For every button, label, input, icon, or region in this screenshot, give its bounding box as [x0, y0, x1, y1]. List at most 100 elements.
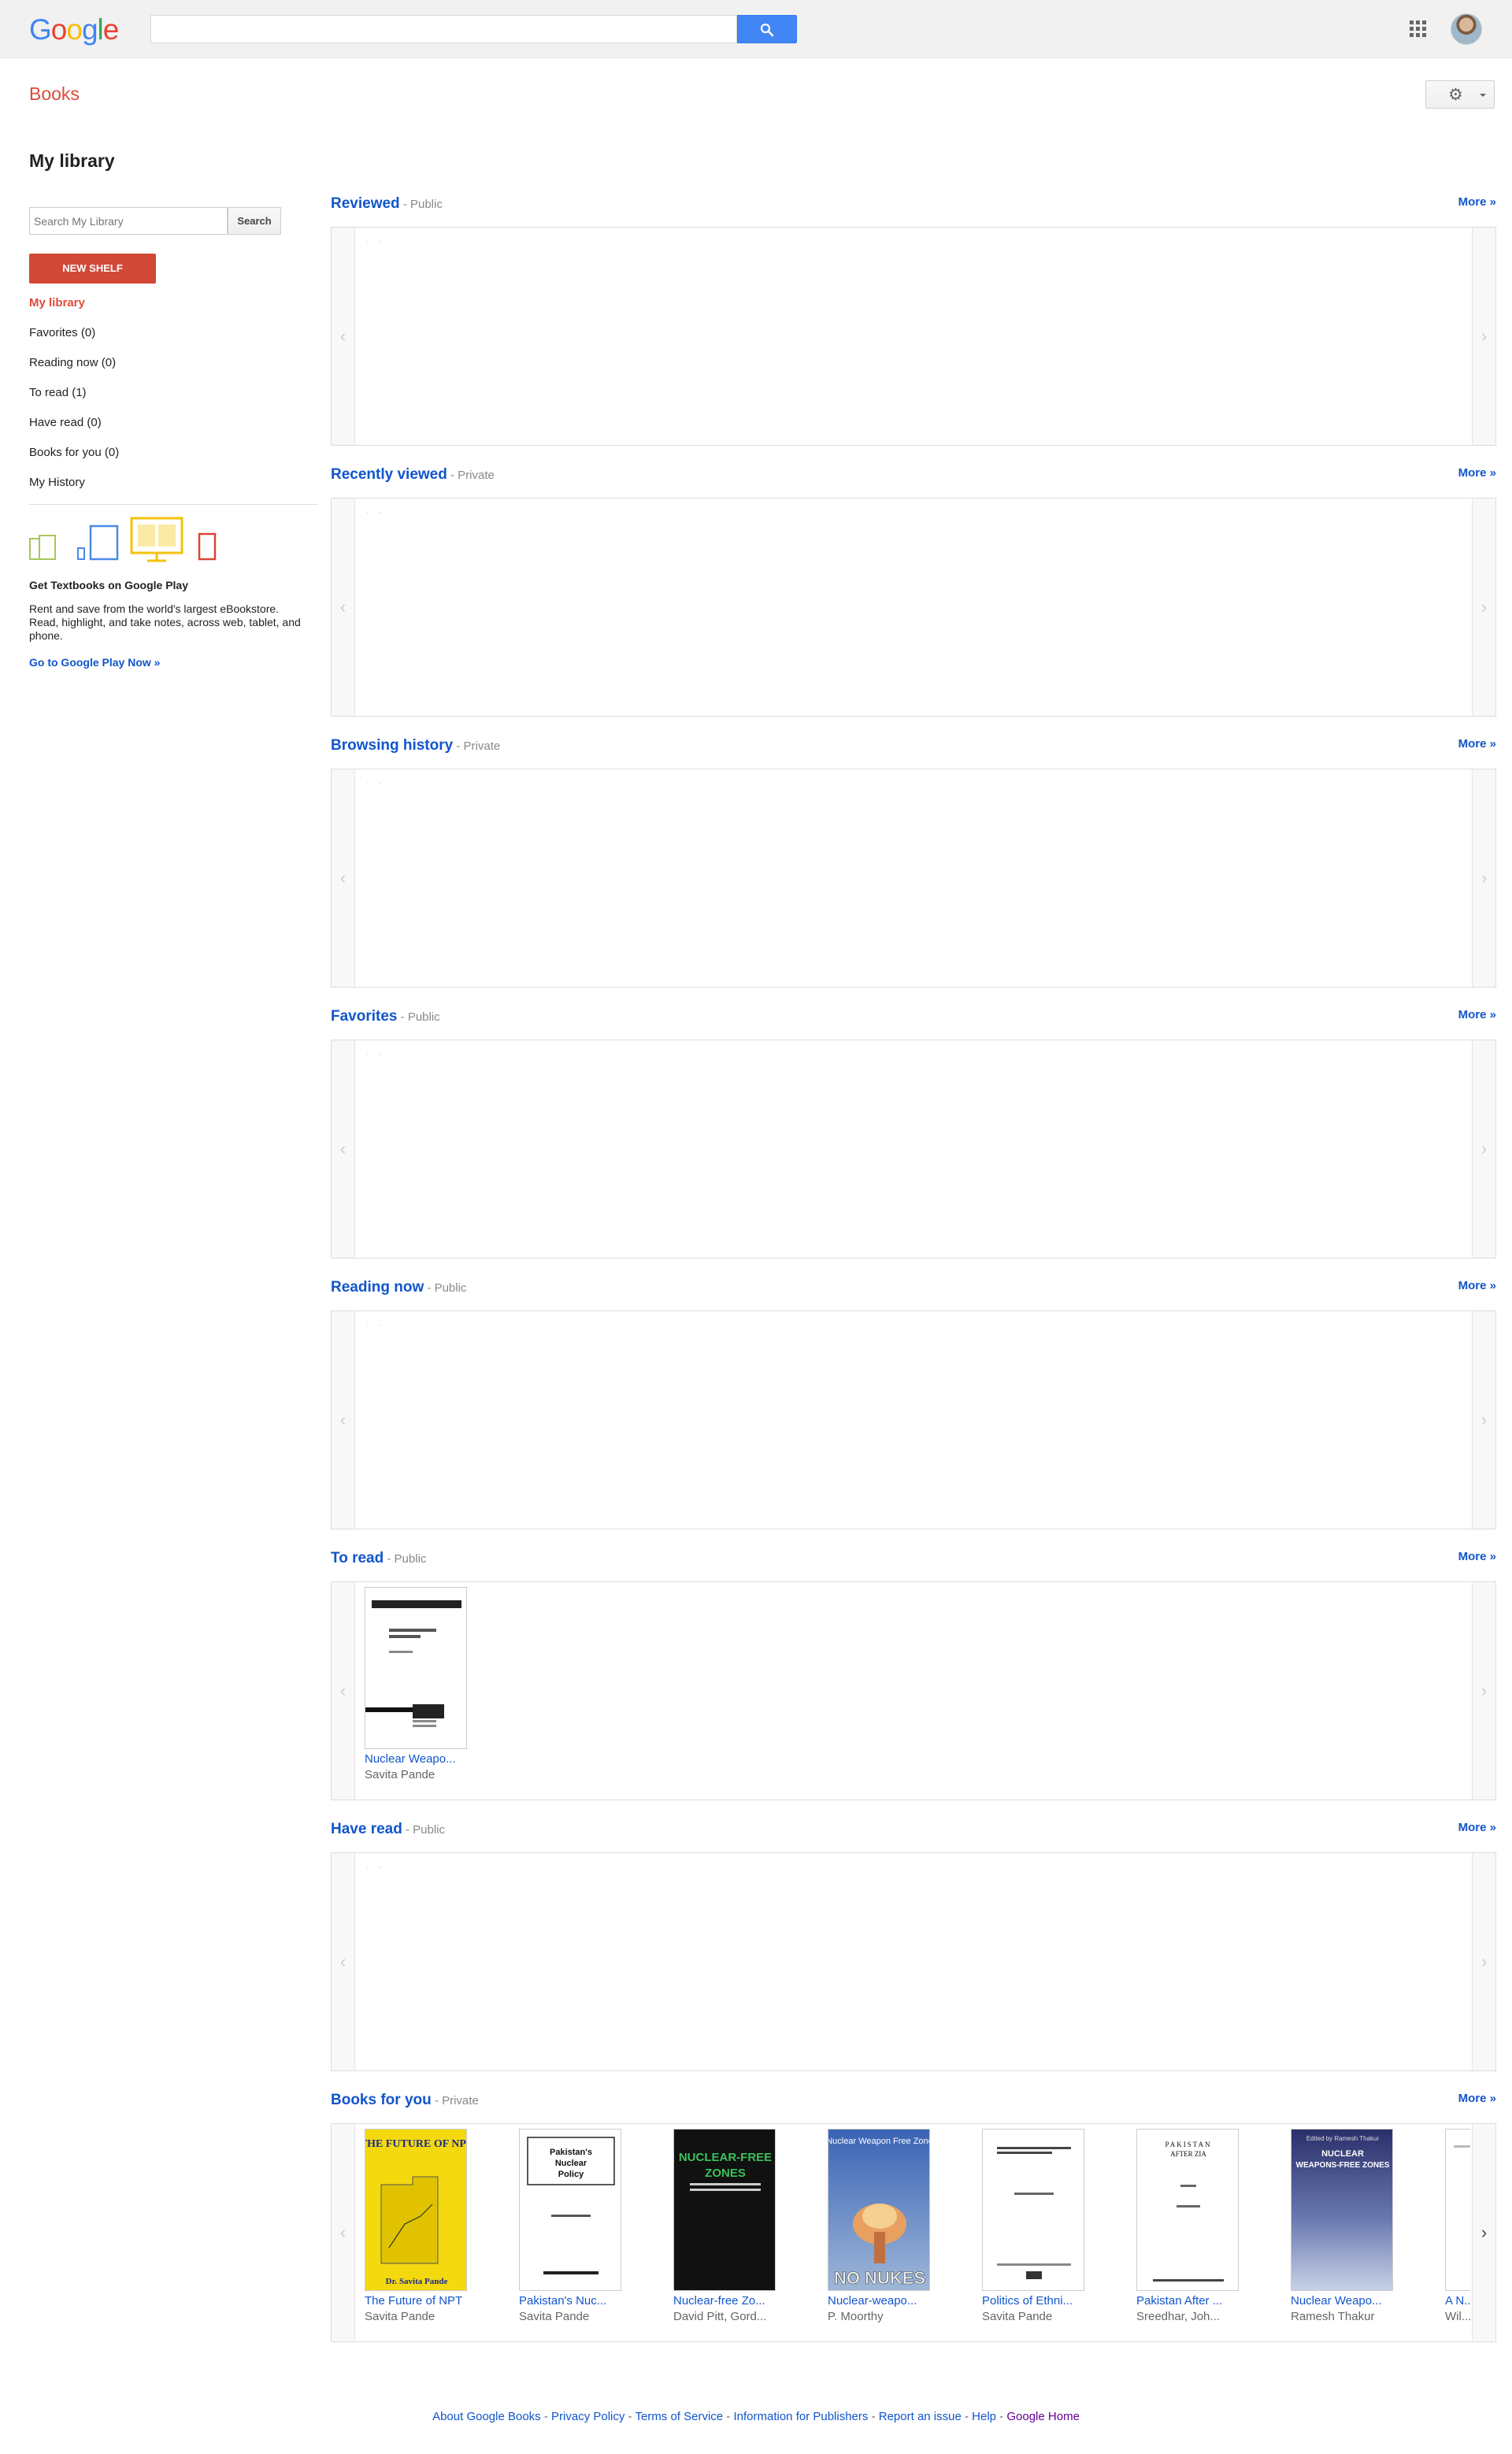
book-item[interactable]: A N... Wil... — [1442, 2129, 1470, 2335]
book-cover[interactable]: PAKISTAN AFTER ZIA — [1136, 2129, 1239, 2291]
scroll-right-icon[interactable]: › — [1472, 1582, 1495, 1800]
footer-link[interactable]: Help — [972, 2410, 996, 2423]
shelf-title[interactable]: Reviewed — [331, 195, 400, 212]
scroll-left-icon[interactable]: ‹ — [332, 1311, 355, 1529]
book-title[interactable]: Nuclear-free Zo... — [673, 2294, 780, 2308]
scroll-left-icon[interactable]: ‹ — [332, 2124, 355, 2341]
library-search-input[interactable] — [29, 207, 228, 235]
svg-text:Edited by Ramesh Thakur: Edited by Ramesh Thakur — [1306, 2135, 1380, 2142]
book-title[interactable]: Nuclear Weapo... — [1291, 2294, 1398, 2308]
settings-button[interactable]: ⚙ — [1425, 80, 1495, 109]
book-cover[interactable]: Pakistan's Nuclear Policy — [519, 2129, 621, 2291]
loading-indicator: · · — [366, 506, 385, 517]
logo-letter: g — [81, 13, 98, 46]
footer-link[interactable]: Report an issue — [879, 2410, 962, 2423]
scroll-left-icon[interactable]: ‹ — [332, 1582, 355, 1800]
scroll-right-icon[interactable]: › — [1472, 769, 1495, 987]
more-link[interactable]: More » — [1458, 1008, 1496, 1021]
footer-link[interactable]: Privacy Policy — [551, 2410, 624, 2423]
apps-grid-icon[interactable] — [1410, 20, 1427, 38]
scroll-left-icon[interactable]: ‹ — [332, 1853, 355, 2070]
google-logo[interactable]: Google — [29, 13, 119, 46]
book-item[interactable]: Nuclear Weapon Free Zone NO NUKES Nuclear-… — [825, 2129, 935, 2335]
shelf-title[interactable]: Have read — [331, 1821, 402, 1837]
library-search-button[interactable]: Search — [228, 207, 281, 235]
book-title[interactable]: The Future of NPT — [365, 2294, 472, 2308]
avatar[interactable] — [1451, 13, 1482, 45]
scroll-right-icon[interactable]: › — [1472, 2124, 1495, 2341]
book-item[interactable]: Edited by Ramesh Thakur NUCLEAR WEAPONS-FR… — [1288, 2129, 1398, 2335]
book-title[interactable]: A N... — [1445, 2294, 1470, 2308]
book-item[interactable]: NUCLEAR-FREE ZONES Nuclear-free Zo... David… — [670, 2129, 780, 2335]
shelf-title[interactable]: Reading now — [331, 1279, 424, 1296]
shelf-carousel: ‹ › · · — [331, 498, 1496, 717]
book-title[interactable]: Nuclear-weapo... — [828, 2294, 935, 2308]
sidebar-item[interactable]: Have read (0) — [29, 414, 313, 444]
go-to-google-play-link[interactable]: Go to Google Play Now » — [29, 656, 160, 669]
book-cover[interactable]: NUCLEAR-FREE ZONES — [673, 2129, 776, 2291]
scroll-left-icon[interactable]: ‹ — [332, 499, 355, 716]
book-cover[interactable]: Nuclear Weapon Free Zone NO NUKES — [828, 2129, 930, 2291]
footer-separator: - — [961, 2410, 973, 2423]
book-item[interactable]: Nuclear Weapo... Savita Pande — [361, 1587, 472, 1793]
svg-text:NUCLEAR-FREE: NUCLEAR-FREE — [679, 2151, 772, 2164]
book-title[interactable]: Nuclear Weapo... — [365, 1752, 472, 1766]
shelf-title[interactable]: Recently viewed — [331, 466, 447, 483]
book-cover[interactable] — [365, 1587, 467, 1749]
book-cover[interactable]: THE FUTURE OF NPT Dr. Savita Pande — [365, 2129, 467, 2291]
new-shelf-button[interactable]: NEW SHELF — [29, 254, 156, 284]
book-cover[interactable] — [982, 2129, 1084, 2291]
book-item[interactable]: Pakistan's Nuclear Policy Pakistan's Nuc...… — [516, 2129, 626, 2335]
top-bar: Google — [0, 0, 1512, 58]
sidebar-item[interactable]: My library — [29, 295, 313, 324]
book-title[interactable]: Pakistan's Nuc... — [519, 2294, 626, 2308]
book-item[interactable]: Politics of Ethni... Savita Pande — [979, 2129, 1089, 2335]
book-title[interactable]: Pakistan After ... — [1136, 2294, 1243, 2308]
sidebar-item[interactable]: To read (1) — [29, 384, 313, 414]
svg-text:THE FUTURE OF NPT: THE FUTURE OF NPT — [365, 2138, 467, 2150]
shelf: Reading now - Public More » ‹ › · · — [331, 1279, 1496, 1531]
scroll-right-icon[interactable]: › — [1472, 228, 1495, 445]
footer-link[interactable]: Google Home — [1006, 2410, 1080, 2423]
shelf-title[interactable]: Browsing history — [331, 737, 453, 754]
search-button[interactable] — [737, 15, 797, 43]
shelf-header: Recently viewed - Private More » — [331, 466, 1496, 485]
sidebar-item[interactable]: Reading now (0) — [29, 354, 313, 384]
book-item[interactable]: PAKISTAN AFTER ZIA Pakistan After ... Sreed… — [1133, 2129, 1243, 2335]
footer-separator: - — [624, 2410, 636, 2423]
book-author: David Pitt, Gord... — [673, 2310, 767, 2323]
shelf-title[interactable]: To read — [331, 1550, 384, 1566]
sidebar-nav: My library Favorites (0) Reading now (0) To… — [29, 295, 313, 504]
sidebar-item[interactable]: Favorites (0) — [29, 324, 313, 354]
search-input[interactable] — [150, 15, 737, 43]
svg-text:Nuclear Weapon Free Zone: Nuclear Weapon Free Zone — [828, 2137, 930, 2146]
footer-link[interactable]: About Google Books — [432, 2410, 541, 2423]
scroll-left-icon[interactable]: ‹ — [332, 228, 355, 445]
scroll-left-icon[interactable]: ‹ — [332, 769, 355, 987]
more-link[interactable]: More » — [1458, 1550, 1496, 1563]
scroll-right-icon[interactable]: › — [1472, 1311, 1495, 1529]
more-link[interactable]: More » — [1458, 1821, 1496, 1834]
sidebar-item[interactable]: Books for you (0) — [29, 444, 313, 474]
book-item[interactable]: THE FUTURE OF NPT Dr. Savita Pande The Fut… — [361, 2129, 472, 2335]
scroll-right-icon[interactable]: › — [1472, 1040, 1495, 1258]
shelf-header: Favorites - Public More » — [331, 1008, 1496, 1027]
book-cover[interactable]: Edited by Ramesh Thakur NUCLEAR WEAPONS-FR… — [1291, 2129, 1393, 2291]
footer-link[interactable]: Terms of Service — [635, 2410, 723, 2423]
more-link[interactable]: More » — [1458, 195, 1496, 209]
more-link[interactable]: More » — [1458, 2092, 1496, 2105]
scroll-right-icon[interactable]: › — [1472, 1853, 1495, 2070]
more-link[interactable]: More » — [1458, 737, 1496, 751]
scroll-left-icon[interactable]: ‹ — [332, 1040, 355, 1258]
sidebar-item[interactable]: My History — [29, 474, 313, 504]
shelf-privacy: - Public — [424, 1281, 467, 1295]
more-link[interactable]: More » — [1458, 1279, 1496, 1292]
book-title[interactable]: Politics of Ethni... — [982, 2294, 1089, 2308]
more-link[interactable]: More » — [1458, 466, 1496, 480]
book-cover[interactable] — [1445, 2129, 1470, 2291]
footer-link[interactable]: Information for Publishers — [733, 2410, 868, 2423]
shelf-title[interactable]: Favorites — [331, 1008, 397, 1025]
shelf-title[interactable]: Books for you — [331, 2092, 432, 2108]
books-title[interactable]: Books — [29, 83, 80, 105]
scroll-right-icon[interactable]: › — [1472, 499, 1495, 716]
